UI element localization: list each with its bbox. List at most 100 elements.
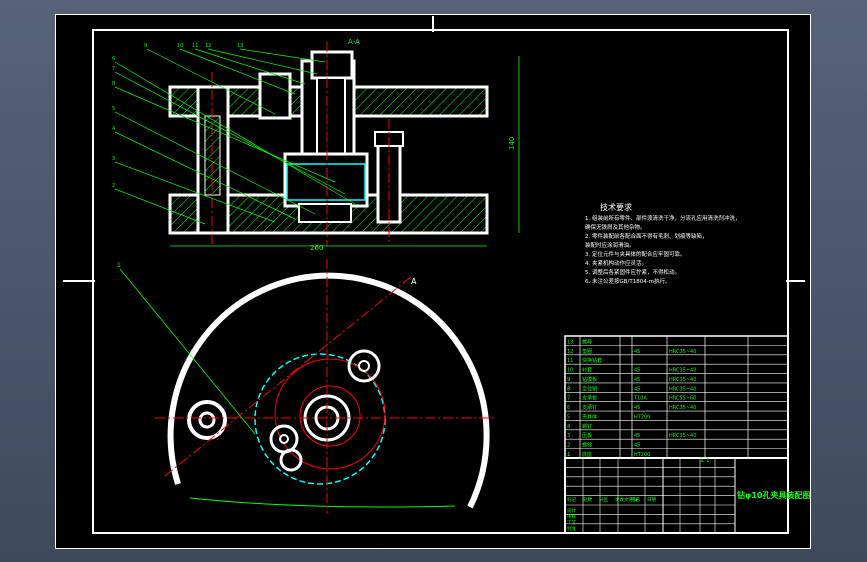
section-marker: A	[411, 277, 417, 286]
callout-number: 3	[112, 156, 115, 162]
pin-top-outer	[347, 349, 381, 383]
drill-bush-top	[310, 50, 354, 80]
left-bracket	[258, 72, 292, 120]
bom-cell: 45	[634, 443, 640, 449]
bom-cell: 垫圈	[582, 348, 592, 355]
bom-cell: 支承钉	[582, 404, 597, 411]
bom-cell: 6	[567, 405, 570, 411]
bom-cell: 螺母	[582, 338, 592, 345]
parts-list: 13 螺母12 垫圈 45 HRC35~4011 快换钻套10 衬套 45 HRC35~409 钻…	[564, 335, 789, 459]
bom-cell: 3	[567, 433, 570, 439]
assembly-drawing: A-A 260 140 9 10 11 12 136785432 A 1 技术要…	[55, 14, 811, 549]
callout-number: 10	[177, 43, 183, 49]
pin-top-inner	[358, 360, 370, 372]
plan-callout: 1	[117, 262, 121, 269]
bom-cell: 螺钉	[582, 423, 592, 430]
dim-width: 260	[310, 244, 323, 252]
title-label: 日期	[647, 497, 656, 503]
tech-line: 2. 零件装配前各配合面不得有毛刺、划痕等缺陷，	[585, 232, 708, 240]
callout-number: 13	[237, 43, 243, 49]
bom-cell: 11	[567, 358, 573, 364]
bom-cell: 45	[634, 377, 640, 383]
dim-height: 140	[508, 137, 516, 150]
bom-cell: 2	[567, 443, 570, 449]
drawing-scale: 1:1	[700, 457, 710, 464]
callout-number: 4	[112, 126, 115, 132]
bom-cell: 衬套	[582, 367, 592, 374]
bom-cell: 10	[567, 368, 573, 374]
bush-sleeve	[316, 77, 346, 159]
bom-cell: 5	[567, 414, 570, 420]
clamp-zone	[254, 353, 386, 485]
bom-cell: 快换钻套	[582, 357, 602, 364]
tech-line: 1. 组装前所有零件、部件须清洗干净，分流孔应用清洗剂冲洗，	[585, 214, 741, 222]
tech-line: 4. 夹紧机构动作应灵活。	[585, 259, 647, 267]
bom-cell: 45	[634, 405, 640, 411]
clamp-body	[283, 152, 369, 208]
bom-cell: 定位销	[582, 385, 597, 392]
bom-cell: 夹具体	[582, 413, 597, 420]
title-role: 工艺	[567, 520, 576, 526]
title-label: 签名	[631, 496, 640, 503]
title-label: 处数	[583, 496, 592, 503]
callout-number: 11	[192, 43, 198, 49]
title-label: 标记	[567, 496, 576, 503]
bom-cell: HRC55~60	[669, 396, 696, 402]
base-bottom-edge	[189, 497, 456, 508]
bom-cell: 45	[634, 433, 640, 439]
drawing-title: 钻φ10孔夹具装配图	[737, 490, 810, 500]
tech-line: 装配时应涂润滑油。	[585, 241, 635, 249]
tech-line: 5. 调整后各紧固件应拧紧，不得松动。	[585, 268, 680, 276]
cad-viewport[interactable]: A-A 260 140 9101112136785432	[0, 0, 867, 562]
left-hole-outer	[187, 400, 227, 440]
tech-line: 确保无铁屑及其他杂物。	[585, 223, 646, 231]
locating-pin	[298, 203, 352, 223]
section-view: A-A 260 140	[168, 38, 520, 252]
bom-cell: HT200	[634, 414, 650, 420]
left-hole-inner	[198, 411, 216, 429]
bom-cell: 45	[634, 368, 640, 374]
base-outline	[167, 272, 490, 509]
bom-cell: HRC35~40	[669, 349, 696, 355]
title-role: 批准	[567, 525, 576, 532]
bom-cell: 9	[567, 377, 570, 383]
technical-requirements: 技术要求 1. 组装前所有零件、部件须清洗干净，分流孔应用清洗剂冲洗， 确保无铁…	[585, 202, 741, 285]
plan-leader	[119, 268, 256, 435]
bom-cell: 底座	[582, 451, 592, 458]
bom-cell: T10A	[633, 396, 647, 402]
bom-cell: 13	[567, 339, 573, 345]
callout-number: 12	[205, 43, 211, 49]
bom-cell: 12	[567, 349, 573, 355]
title-role: 审核	[567, 513, 576, 520]
callout-number: 6	[112, 56, 115, 62]
bom-cell: 45	[634, 349, 640, 355]
bom-cell: 支承板	[582, 395, 597, 402]
bom-cell: HRC35~40	[669, 405, 696, 411]
callout-number: 9	[144, 43, 147, 49]
bom-cell: 7	[567, 396, 570, 402]
bom-cell: 4	[567, 424, 570, 430]
title-label: 分区	[599, 496, 608, 503]
bom-cell: 8	[567, 386, 570, 392]
title-block: 钻φ10孔夹具装配图 1:1 标记 处数 分区 更改文件号签名 日期设计审核工艺批准	[564, 457, 810, 534]
callout-number: 8	[112, 81, 115, 87]
tech-line: 6. 未注公差按GB/T1804-m执行。	[585, 277, 671, 285]
callout-number: 7	[112, 66, 115, 72]
tech-title: 技术要求	[600, 202, 632, 212]
bom-cell: 45	[634, 386, 640, 392]
bom-cell: HRC35~40	[669, 386, 696, 392]
section-label: A-A	[348, 38, 360, 46]
bom-cell: 螺栓	[582, 442, 592, 449]
bom-cell: HRC35~40	[669, 368, 696, 374]
title-role: 设计	[567, 507, 576, 514]
bom-cell: 压板	[582, 432, 592, 439]
plan-view: A 1	[117, 259, 495, 514]
pin-bottom-outer	[269, 424, 299, 454]
tech-line: 3. 定位元件与夹具体的配合应牢固可靠。	[585, 250, 686, 258]
bom-cell: 钻模板	[582, 376, 597, 383]
callout-number: 5	[112, 106, 115, 112]
bom-cell: HRC35~40	[669, 377, 696, 383]
callout-number: 2	[112, 183, 115, 189]
bom-cell: HRC35~40	[669, 433, 696, 439]
drawing-sheet[interactable]: A-A 260 140 9101112136785432	[55, 14, 811, 549]
